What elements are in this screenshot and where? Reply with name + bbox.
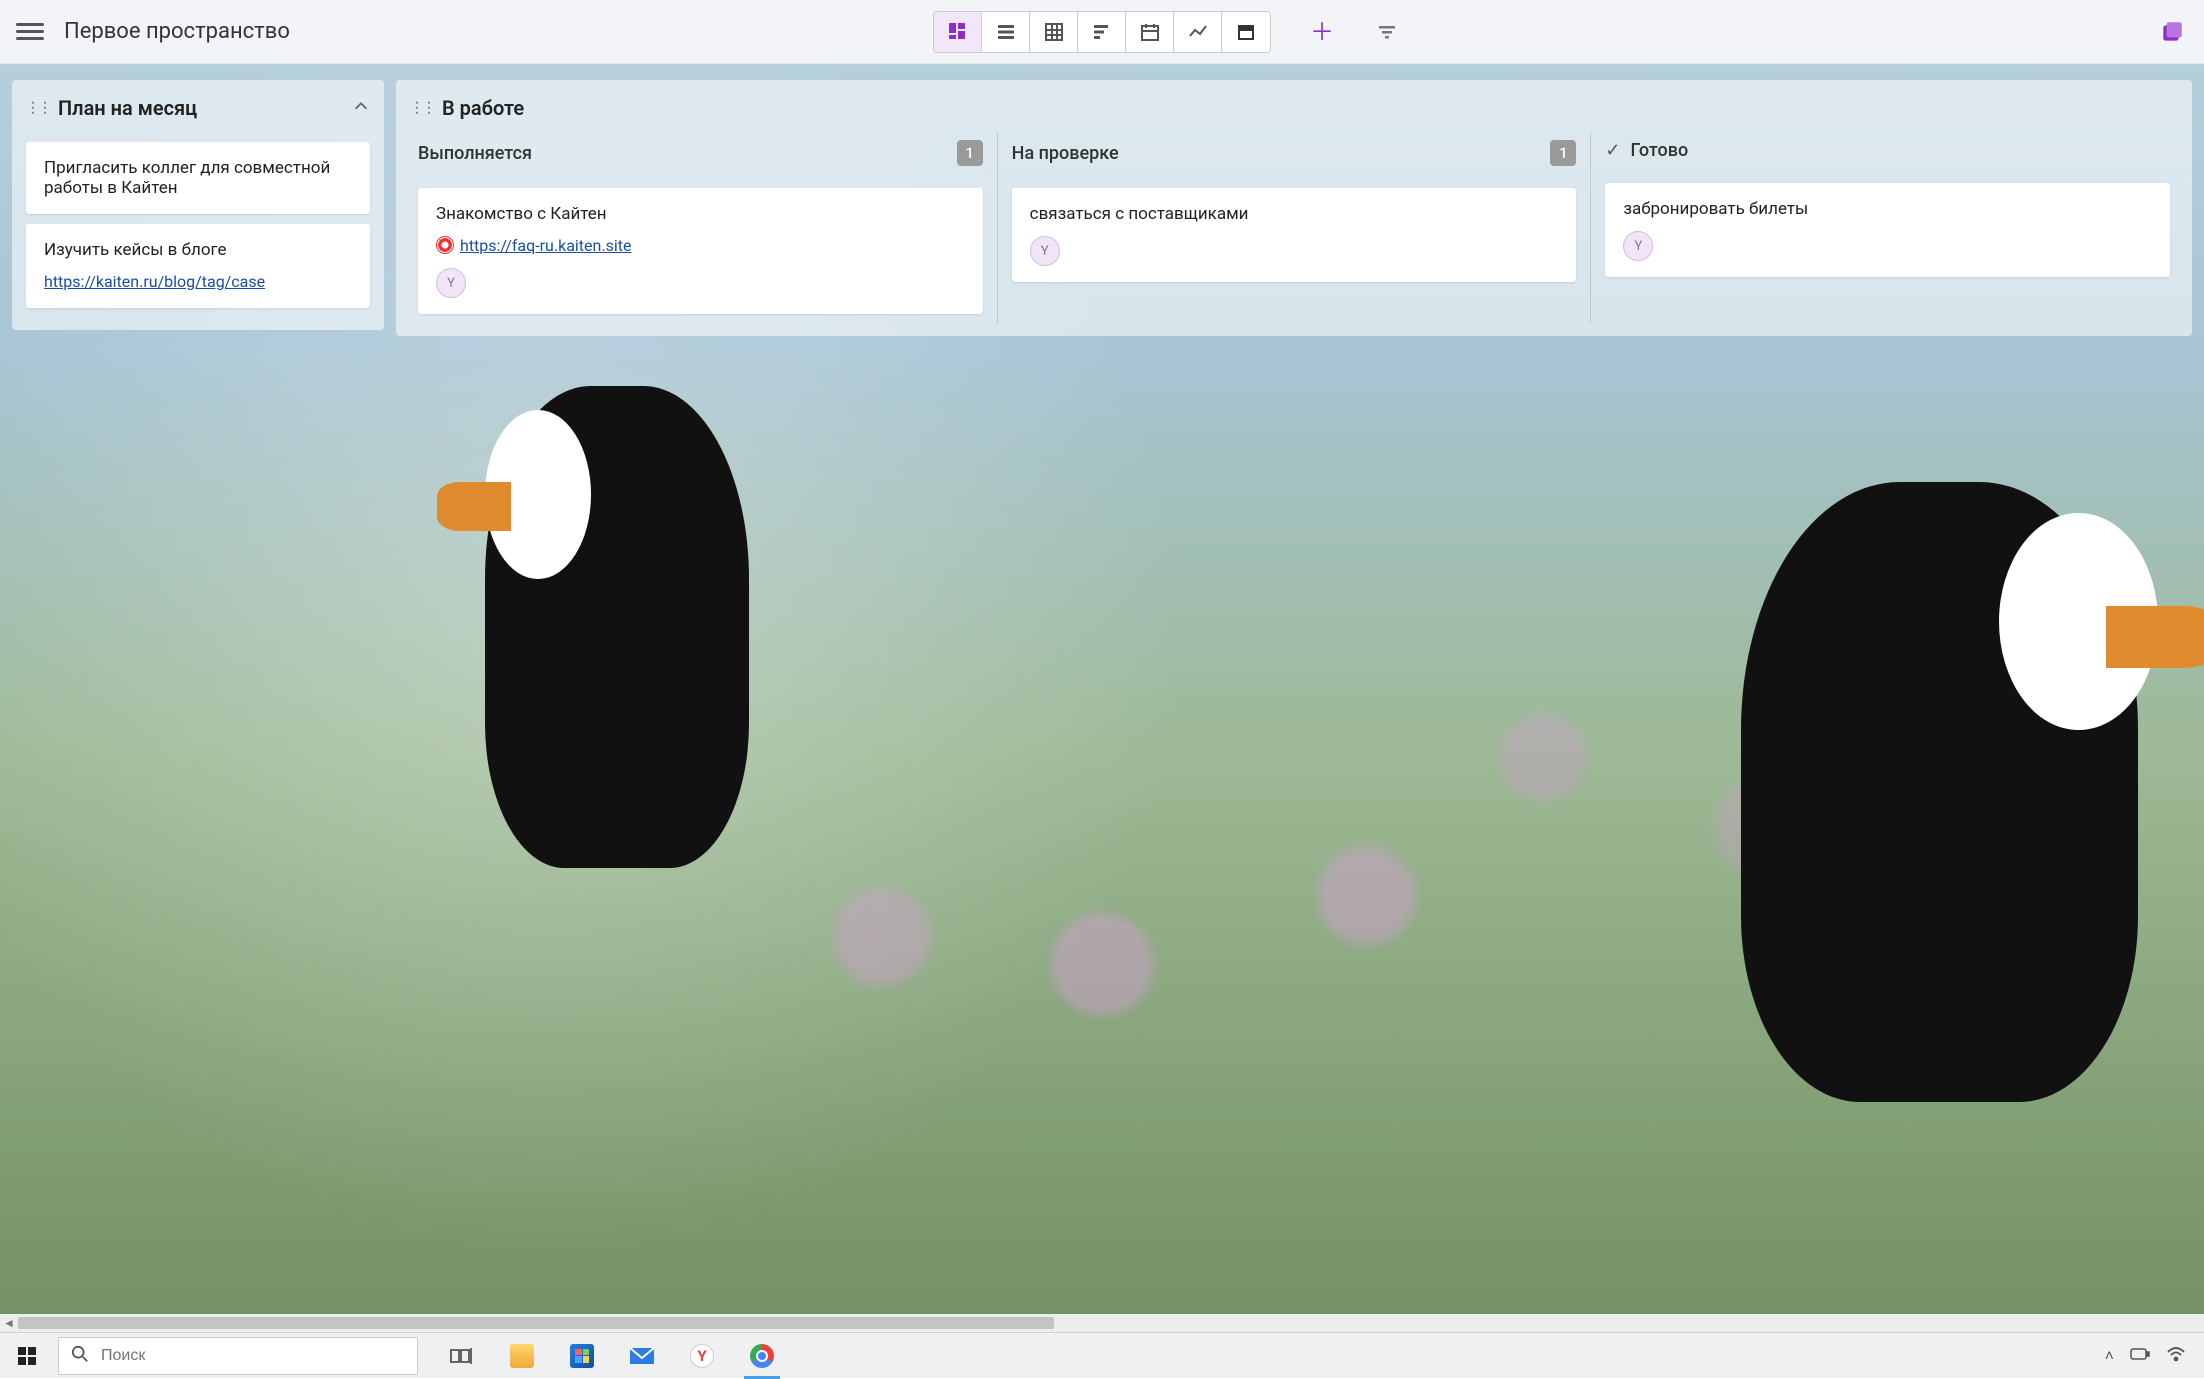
card[interactable]: связаться с поставщиками Y: [1012, 188, 1577, 282]
boards-container: ⋮⋮ План на месяц Пригласить коллег для с…: [0, 64, 2204, 1314]
chevron-up-icon: [352, 97, 370, 115]
collapse-icon[interactable]: [352, 96, 370, 120]
board-plan-title: План на месяц: [58, 96, 197, 120]
whats-new-button[interactable]: [2156, 16, 2188, 48]
table-icon: [1044, 22, 1064, 42]
card-link[interactable]: https://faq-ru.kaiten.site: [436, 236, 631, 255]
add-button[interactable]: ＋: [1302, 12, 1342, 52]
board-plan-header[interactable]: ⋮⋮ План на месяц: [20, 90, 376, 132]
plus-icon: ＋: [1310, 20, 1334, 44]
board-icon: [948, 22, 968, 42]
view-calendar-button[interactable]: [1126, 12, 1174, 52]
task-view-button[interactable]: [446, 1340, 478, 1372]
avatar[interactable]: Y: [436, 268, 466, 298]
app-toolbar: Первое пространство ＋: [0, 0, 2204, 64]
card-title: Изучить кейсы в блоге: [44, 240, 352, 260]
yandex-icon: Y: [690, 1344, 714, 1368]
battery-icon[interactable]: [2130, 1346, 2150, 1365]
windows-icon: [18, 1347, 36, 1365]
column-name: Выполняется: [418, 143, 532, 164]
column-review: На проверке 1 связаться с поставщиками Y: [998, 132, 1592, 324]
scroll-left-icon[interactable]: ◄: [3, 1316, 15, 1330]
scrollbar-thumb[interactable]: [18, 1317, 1054, 1329]
yandex-browser-button[interactable]: Y: [686, 1340, 718, 1372]
card[interactable]: Изучить кейсы в блоге https://kaiten.ru/…: [26, 224, 370, 308]
calendar-icon: [1140, 22, 1160, 42]
view-gantt-button[interactable]: [1078, 12, 1126, 52]
menu-button[interactable]: [16, 18, 44, 46]
column-name: На проверке: [1012, 143, 1119, 164]
mail-button[interactable]: [626, 1340, 658, 1372]
store-icon: [570, 1344, 594, 1368]
gantt-icon: [1092, 22, 1112, 42]
avatar[interactable]: Y: [1623, 231, 1653, 261]
mail-icon: [629, 1346, 655, 1366]
column-done: ✓ Готово забронировать билеты Y: [1591, 132, 2184, 324]
taskbar-search[interactable]: [58, 1337, 418, 1375]
card-title: забронировать билеты: [1623, 199, 2152, 219]
chart-icon: [1188, 22, 1208, 42]
file-explorer-button[interactable]: [506, 1340, 538, 1372]
drag-handle-icon[interactable]: ⋮⋮: [26, 100, 50, 116]
filter-button[interactable]: [1367, 12, 1407, 52]
check-icon: ✓: [1605, 140, 1620, 161]
chrome-button[interactable]: [746, 1340, 778, 1372]
view-archive-button[interactable]: [1222, 12, 1270, 52]
columns: Выполняется 1 Знакомство с Кайтен https:…: [404, 132, 2184, 324]
board-work: ⋮⋮ В работе Выполняется 1 Знакомство с К…: [396, 80, 2192, 336]
card-link[interactable]: https://kaiten.ru/blog/tag/case: [44, 272, 265, 291]
card-title: связаться с поставщиками: [1030, 204, 1559, 224]
board-work-header[interactable]: ⋮⋮ В работе: [404, 90, 2184, 132]
board-work-title: В работе: [442, 96, 524, 120]
view-table-button[interactable]: [1030, 12, 1078, 52]
start-button[interactable]: [0, 1333, 54, 1378]
avatar[interactable]: Y: [1030, 236, 1060, 266]
task-view-icon: [450, 1346, 474, 1366]
column-in-progress: Выполняется 1 Знакомство с Кайтен https:…: [404, 132, 998, 324]
folder-icon: [510, 1344, 534, 1368]
view-board-button[interactable]: [934, 12, 982, 52]
windows-taskbar: Y ˄: [0, 1332, 2204, 1378]
drag-handle-icon[interactable]: ⋮⋮: [410, 100, 434, 116]
view-list-button[interactable]: [982, 12, 1030, 52]
taskbar-apps: Y: [446, 1333, 778, 1378]
horizontal-scrollbar[interactable]: ◄: [0, 1314, 2204, 1332]
column-header[interactable]: На проверке 1: [1006, 132, 1583, 178]
search-icon: [71, 1345, 89, 1367]
column-header[interactable]: Выполняется 1: [412, 132, 989, 178]
column-count: 1: [957, 140, 983, 166]
system-tray: ˄: [2105, 1346, 2204, 1366]
filter-icon: [1377, 22, 1397, 42]
view-switcher: [933, 11, 1271, 53]
ms-store-button[interactable]: [566, 1340, 598, 1372]
card[interactable]: забронировать билеты Y: [1605, 183, 2170, 277]
chrome-icon: [750, 1344, 774, 1368]
card[interactable]: Пригласить коллег для совместной работы …: [26, 142, 370, 214]
column-header[interactable]: ✓ Готово: [1599, 132, 2176, 173]
wifi-icon[interactable]: [2166, 1346, 2186, 1366]
card-title: Знакомство с Кайтен: [436, 204, 965, 224]
column-name: Готово: [1630, 140, 1688, 161]
archive-icon: [1236, 22, 1256, 42]
card-title: Пригласить коллег для совместной работы …: [44, 158, 352, 198]
column-count: 1: [1550, 140, 1576, 166]
taskbar-search-input[interactable]: [101, 1347, 405, 1365]
space-title: Первое пространство: [64, 19, 290, 44]
card-stack-icon: [2159, 19, 2185, 45]
view-chart-button[interactable]: [1174, 12, 1222, 52]
list-icon: [996, 22, 1016, 42]
board-plan: ⋮⋮ План на месяц Пригласить коллег для с…: [12, 80, 384, 330]
tray-expand-icon[interactable]: ˄: [2105, 1346, 2114, 1366]
card[interactable]: Знакомство с Кайтен https://faq-ru.kaite…: [418, 188, 983, 314]
